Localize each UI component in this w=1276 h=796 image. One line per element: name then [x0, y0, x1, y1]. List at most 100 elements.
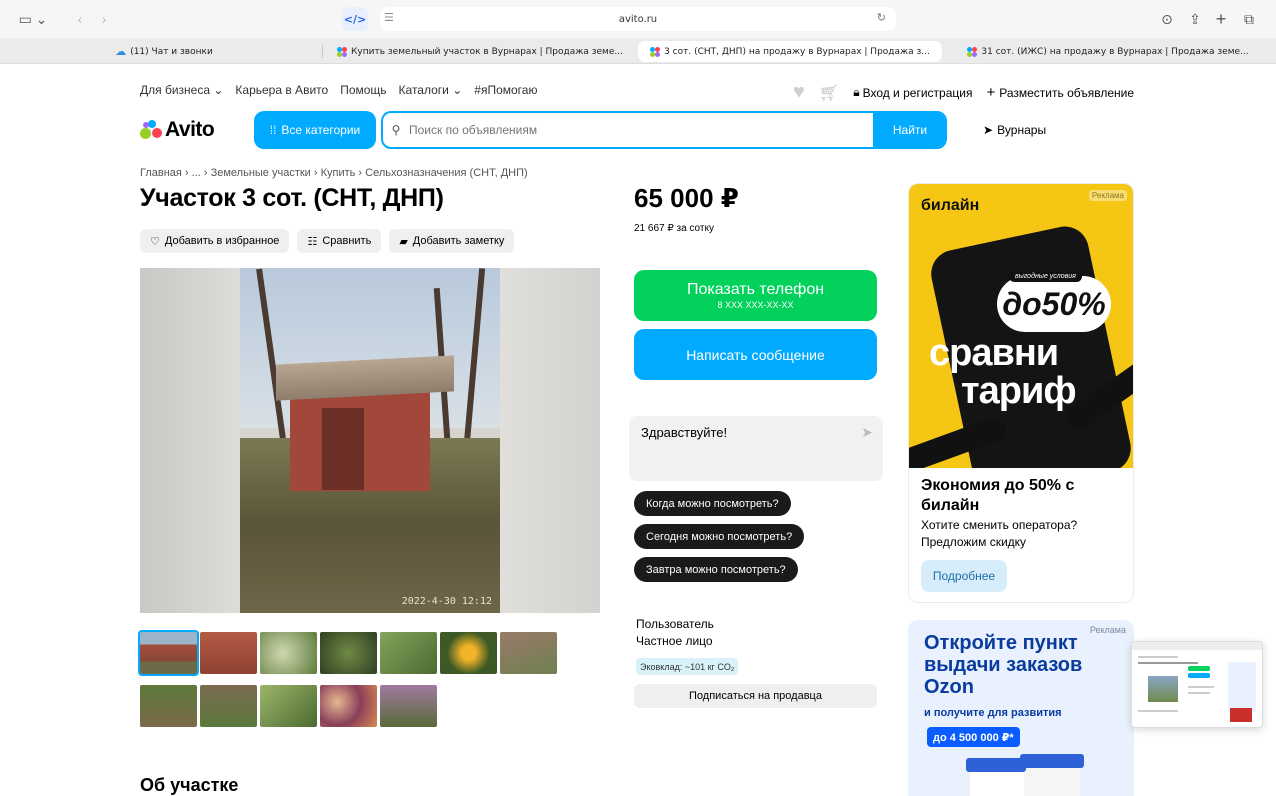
beeline-slogan: сравни тариф: [929, 332, 1077, 412]
avito-favicon-icon: [650, 46, 661, 57]
reader-icon[interactable]: ☰: [384, 11, 394, 24]
location-selector[interactable]: ➤ Вурнары: [983, 123, 1046, 137]
photo-gallery[interactable]: 2022-4-30 12:12: [140, 268, 600, 613]
breadcrumb[interactable]: Главная › ... › Земельные участки › Купи…: [140, 167, 528, 179]
avito-logo[interactable]: Avito: [140, 118, 215, 142]
message-text: Здравствуйте!: [641, 425, 728, 440]
more-button[interactable]: Подробнее: [921, 560, 1007, 592]
thumbnail[interactable]: [260, 685, 317, 727]
add-note-button[interactable]: ▰ Добавить заметку: [389, 229, 515, 253]
thumbnail[interactable]: [440, 632, 497, 674]
eco-badge[interactable]: Эковклад: ~101 кг CO₂: [636, 658, 739, 675]
favorites-heart-icon[interactable]: ♥: [793, 81, 805, 104]
seller-type: Частное лицо: [636, 634, 713, 648]
new-tab-icon[interactable]: +: [1212, 8, 1230, 30]
ozon-badge: до 4 500 000 ₽*: [927, 727, 1020, 747]
link-yapomogayu[interactable]: #яПомогаю: [474, 83, 537, 97]
page-preview-thumbnail[interactable]: [1131, 641, 1263, 728]
thumbnail[interactable]: [320, 632, 377, 674]
plus-icon: +: [986, 84, 996, 101]
link-career[interactable]: Карьера в Авито: [235, 83, 328, 97]
top-links: Для бизнеса ⌄ Карьера в Авито Помощь Кат…: [140, 83, 537, 97]
thumbnail[interactable]: [138, 630, 199, 676]
gallery-blur-right: [500, 268, 600, 613]
pickup-point-illustration: [966, 754, 1086, 796]
beeline-text: Хотите сменить оператора? Предложим скид…: [921, 518, 1078, 549]
login-link[interactable]: 🔒︎ Вход и регистрация: [853, 85, 972, 100]
seller-role[interactable]: Пользователь: [636, 617, 714, 631]
search-bar: ⚲ Найти: [381, 111, 947, 149]
subscribe-button[interactable]: Подписаться на продавца: [634, 684, 877, 708]
phone-mask: 8 XXX XXX-XX-XX: [717, 300, 794, 310]
forward-icon[interactable]: ›: [96, 8, 112, 30]
avito-logo-icon: [140, 120, 162, 140]
photo-timestamp: 2022-4-30 12:12: [401, 596, 492, 607]
tab-land-listings[interactable]: Купить земельный участок в Вурнарах | Пр…: [326, 41, 634, 62]
logo-text: Avito: [165, 118, 215, 141]
thumbnail[interactable]: [200, 685, 257, 727]
address-bar[interactable]: </> ☰ avito.ru ↻: [342, 7, 896, 31]
avito-favicon-icon: [967, 46, 978, 57]
ad-label: Реклама: [1088, 190, 1127, 201]
back-icon[interactable]: ‹: [72, 8, 88, 30]
user-actions: ♥ 🛒︎ 🔒︎ Вход и регистрация + Разместить …: [793, 81, 1134, 104]
tab-label: 31 сот. (ИЖС) на продажу в Вурнарах | Пр…: [981, 46, 1249, 57]
download-icon[interactable]: ⊙: [1158, 8, 1176, 30]
slogan-line-2: тариф: [961, 370, 1077, 412]
search-button[interactable]: Найти: [873, 113, 945, 147]
quick-question-when[interactable]: Когда можно посмотреть?: [634, 491, 791, 516]
add-favorite-button[interactable]: ♡ Добавить в избранное: [140, 229, 290, 253]
quick-question-today[interactable]: Сегодня можно посмотреть?: [634, 524, 805, 549]
link-business[interactable]: Для бизнеса ⌄: [140, 83, 223, 97]
discount-tag: выгодные условия: [1009, 271, 1082, 282]
tab-chats[interactable]: ☁ (11) Чат и звонки: [8, 41, 320, 62]
price: 65 000 ₽: [634, 183, 739, 213]
thumbnail[interactable]: [380, 685, 437, 727]
beeline-ad[interactable]: билайн Реклама до50% выгодные условия ср…: [908, 183, 1134, 603]
write-message-button[interactable]: Написать сообщение: [634, 329, 877, 380]
thumbnail[interactable]: [140, 685, 197, 727]
post-ad-link[interactable]: + Разместить объявление: [986, 84, 1134, 101]
thumbnail[interactable]: [260, 632, 317, 674]
discount-bubble: до50%: [997, 276, 1111, 332]
all-categories-button[interactable]: ⁞⁞ Все категории: [254, 111, 376, 149]
thumbnail[interactable]: [500, 632, 557, 674]
search-input[interactable]: [409, 113, 873, 147]
slogan-line-1: сравни: [929, 332, 1059, 374]
tab-current-listing[interactable]: 3 сот. (СНТ, ДНП) на продажу в Вурнарах …: [638, 41, 942, 62]
browser-toolbar: ▭ ⌄ ‹ › </> ☰ avito.ru ↻ ⊙ ⇪ + ⧉: [0, 0, 1276, 38]
about-heading: Об участке: [140, 775, 239, 795]
note-label: Добавить заметку: [412, 235, 505, 247]
lock-icon: 🔒︎: [853, 85, 860, 99]
location-arrow-icon: ➤: [983, 123, 994, 137]
post-ad-label: Разместить объявление: [999, 85, 1134, 100]
link-catalogs[interactable]: Каталоги ⌄: [399, 83, 463, 97]
share-icon[interactable]: ⇪: [1186, 8, 1204, 30]
compare-button[interactable]: ☷ Сравнить: [297, 229, 382, 253]
categories-label: Все категории: [281, 123, 361, 137]
reload-icon[interactable]: ↻: [877, 11, 886, 24]
favorite-label: Добавить в избранное: [164, 235, 280, 247]
gallery-blur-left: [140, 268, 240, 613]
tab-izhs-listing[interactable]: 31 сот. (ИЖС) на продажу в Вурнарах | Пр…: [948, 41, 1268, 62]
cart-icon[interactable]: 🛒︎: [819, 83, 839, 103]
code-icon[interactable]: </>: [342, 7, 368, 31]
cloud-icon: ☁: [115, 45, 127, 58]
main-photo[interactable]: 2022-4-30 12:12: [240, 268, 500, 613]
show-phone-button[interactable]: Показать телефон 8 XXX XXX-XX-XX: [634, 270, 877, 321]
heart-icon: ♡: [150, 235, 160, 248]
tab-label: 3 сот. (СНТ, ДНП) на продажу в Вурнарах …: [664, 46, 930, 57]
listing-actions: ♡ Добавить в избранное ☷ Сравнить ▰ Доба…: [140, 229, 515, 253]
send-icon[interactable]: ➤: [861, 424, 873, 441]
link-help[interactable]: Помощь: [340, 83, 386, 97]
tab-overview-icon[interactable]: ⧉: [1240, 8, 1258, 30]
sidebar-toggle-icon[interactable]: ▭ ⌄: [14, 8, 52, 30]
thumbnail[interactable]: [200, 632, 257, 674]
thumbnail[interactable]: [320, 685, 377, 727]
thumbnail[interactable]: [380, 632, 437, 674]
quick-question-tomorrow[interactable]: Завтра можно посмотреть?: [634, 557, 798, 582]
avito-favicon-icon: [337, 46, 348, 57]
ozon-ad[interactable]: Реклама Откройте пункт выдачи заказов Oz…: [908, 620, 1134, 796]
tab-bar: ☁ (11) Чат и звонки Купить земельный уча…: [0, 38, 1276, 64]
message-field[interactable]: Здравствуйте! ➤: [629, 416, 883, 481]
